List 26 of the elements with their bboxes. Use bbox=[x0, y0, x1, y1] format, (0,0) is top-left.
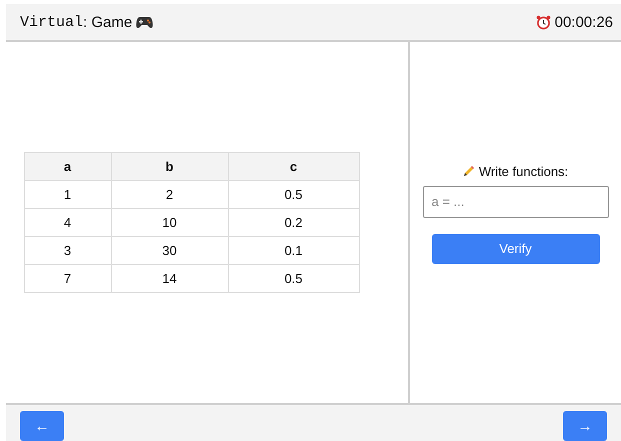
table-cell: 0.5 bbox=[228, 264, 359, 292]
table-cell: 30 bbox=[111, 236, 228, 264]
next-button[interactable]: → bbox=[563, 411, 607, 441]
column-header: a bbox=[24, 152, 111, 180]
back-button[interactable]: ← bbox=[20, 411, 64, 441]
table-cell: 0.2 bbox=[228, 208, 359, 236]
table-cell: 14 bbox=[111, 264, 228, 292]
table-cell: 10 bbox=[111, 208, 228, 236]
table-cell: 0.1 bbox=[228, 236, 359, 264]
table-cell: 0.5 bbox=[228, 180, 359, 208]
input-field[interactable]: a = ... bbox=[422, 186, 608, 218]
table-cell: 4 bbox=[24, 208, 111, 236]
prompt-text: Write functions: bbox=[478, 164, 568, 178]
pencil-icon bbox=[462, 165, 475, 177]
timer-text: 00:00:26 bbox=[554, 14, 613, 30]
alarm-clock-icon bbox=[536, 14, 551, 30]
table-cell: 7 bbox=[24, 264, 111, 292]
table-cell: 2 bbox=[111, 180, 228, 208]
title-code: Virtual bbox=[20, 14, 84, 30]
table-cell: 3 bbox=[24, 236, 111, 264]
gamepad-icon bbox=[136, 16, 154, 28]
column-header: b bbox=[111, 152, 228, 180]
table-cell: 1 bbox=[24, 180, 111, 208]
column-header: c bbox=[228, 152, 359, 180]
verify-button[interactable]: Verify bbox=[432, 234, 600, 264]
window-title: : Game bbox=[83, 14, 132, 30]
